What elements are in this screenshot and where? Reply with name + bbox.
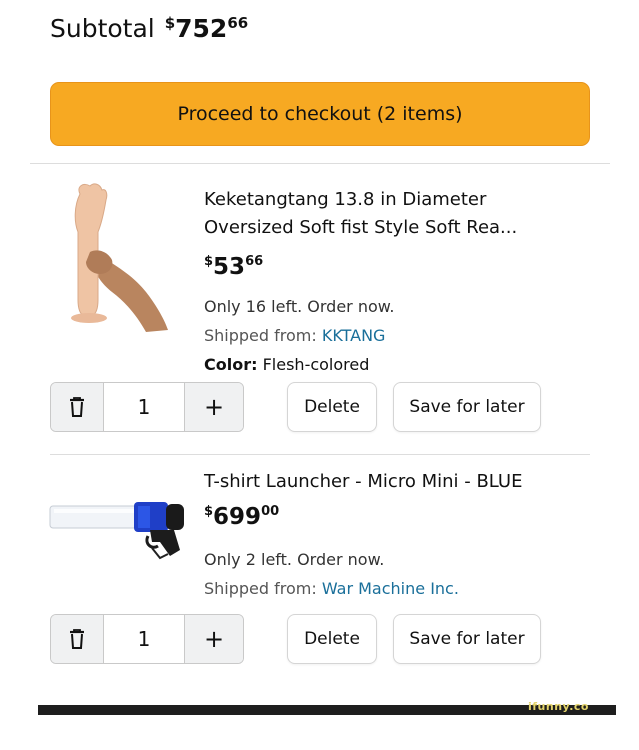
quantity-stepper: 1 + [50,614,244,664]
price-currency: $ [204,504,214,519]
proceed-to-checkout-button[interactable]: Proceed to checkout (2 items) [50,82,590,146]
delete-quantity-button[interactable] [51,615,104,663]
quantity-value: 1 [137,627,151,651]
seller-link[interactable]: War Machine Inc. [322,579,459,598]
product-title-line: Oversized Soft fist Style Soft Rea... [204,217,518,238]
subtotal-amount: 752 [175,14,228,43]
save-for-later-label: Save for later [409,397,525,417]
plus-icon[interactable]: + [184,383,243,431]
price-whole: 53 [213,254,246,280]
stock-status: Only 16 left. Order now. [204,297,395,316]
product-title[interactable]: T-shirt Launcher - Micro Mini - BLUE [204,468,604,496]
seller-link[interactable]: KKTANG [322,326,386,345]
trash-icon [70,397,84,417]
save-for-later-button[interactable]: Save for later [393,614,541,664]
color-value: Flesh-colored [262,355,370,374]
product-price: $5366 [204,254,263,280]
product-title-line: Keketangtang 13.8 in Diameter [204,189,487,210]
subtotal-label: Subtotal [50,14,155,43]
watermark: ifunny.co [528,700,589,713]
subtotal: Subtotal $75266 [50,14,248,43]
price-cents: 66 [245,254,264,269]
quantity-stepper: 1 + [50,382,244,432]
divider [50,454,590,455]
delete-quantity-button[interactable] [51,383,104,431]
delete-button[interactable]: Delete [287,382,377,432]
save-for-later-button[interactable]: Save for later [393,382,541,432]
price-whole: 699 [213,504,262,530]
plus-icon[interactable]: + [184,615,243,663]
shipped-from: Shipped from: KKTANG [204,326,385,345]
trash-icon [70,629,84,649]
price-currency: $ [204,254,214,269]
product-title-line: T-shirt Launcher - Micro Mini - BLUE [204,471,523,492]
save-for-later-label: Save for later [409,629,525,649]
product-image[interactable] [62,182,172,332]
subtotal-currency: $ [164,14,176,32]
product-image[interactable] [48,496,188,576]
product-price: $69900 [204,504,279,530]
stock-status: Only 2 left. Order now. [204,550,385,569]
color-label: Color: [204,355,258,374]
shipped-from: Shipped from: War Machine Inc. [204,579,459,598]
color-attribute: Color: Flesh-colored [204,355,369,374]
delete-button[interactable]: Delete [287,614,377,664]
subtotal-cents: 66 [227,14,249,32]
shipped-from-label: Shipped from: [204,326,317,345]
quantity-value: 1 [137,395,151,419]
price-cents: 00 [261,504,280,519]
checkout-label: Proceed to checkout (2 items) [177,103,463,125]
delete-label: Delete [304,629,360,649]
product-title[interactable]: Keketangtang 13.8 in Diameter Oversized … [204,186,604,242]
divider [30,163,610,164]
shipped-from-label: Shipped from: [204,579,317,598]
delete-label: Delete [304,397,360,417]
